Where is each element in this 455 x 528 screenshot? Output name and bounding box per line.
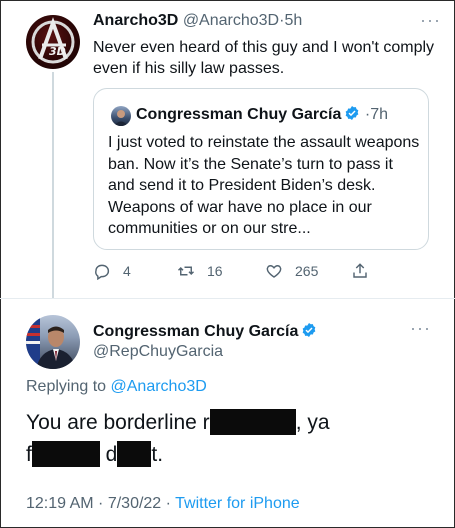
verified-badge-icon — [346, 106, 359, 120]
thread-connector-line — [52, 72, 54, 298]
replying-to-prefix: Replying to — [26, 378, 107, 395]
tweet-timestamp[interactable]: 12:19 AM · 7/30/22 · — [26, 495, 171, 512]
anarchy-logo-icon: 3D — [31, 17, 75, 64]
reply-icon — [95, 264, 110, 280]
original-author-name[interactable]: Anarcho3D — [93, 12, 178, 29]
reply-text-part: t. — [151, 443, 164, 466]
heart-icon — [266, 265, 282, 278]
reply-text-part: You are borderline r — [26, 411, 210, 434]
original-tweet-text: Never even heard of this guy and I won't… — [93, 39, 435, 77]
reply-text-part: , ya — [295, 411, 330, 434]
share-icon — [353, 263, 367, 278]
reply-author-name[interactable]: Congressman Chuy García — [93, 322, 317, 341]
tweet-timestamp-line: 12:19 AM · 7/30/22 · Twitter for iPhone — [26, 495, 300, 513]
reply-tweet-text: You are borderline r, ya f d t. — [26, 407, 436, 471]
reply-author-name-text: Congressman Chuy García — [93, 323, 299, 340]
tweet-source-link[interactable]: Twitter for iPhone — [175, 495, 300, 512]
tweet-divider — [0, 298, 455, 299]
svg-text:3D: 3D — [49, 45, 66, 58]
profile-photo-icon — [26, 315, 76, 369]
quoted-tweet-card[interactable]: Congressman Chuy García ·7h I just voted… — [93, 88, 429, 250]
original-tweet-time[interactable]: 5h — [284, 12, 302, 29]
replying-to-line: Replying to @Anarcho3D — [26, 378, 207, 396]
redaction-bar — [209, 409, 296, 435]
tweet-action-bar: 4 16 265 — [93, 262, 423, 282]
replying-to-link[interactable]: @Anarcho3D — [111, 378, 207, 395]
redaction-bar — [31, 441, 100, 467]
like-button[interactable]: 265 — [265, 262, 318, 280]
reply-button[interactable]: 4 — [93, 262, 131, 280]
more-options-icon[interactable]: ··· — [420, 10, 441, 31]
retweet-icon — [177, 266, 195, 276]
reply-text-part: d — [99, 443, 118, 466]
reply-count: 4 — [123, 263, 131, 279]
original-tweet[interactable]: 3D Anarcho3D @Anarcho3D·5h ··· Never eve… — [0, 0, 455, 298]
verified-badge-icon — [303, 323, 316, 337]
quoted-tweet-header: Congressman Chuy García ·7h — [136, 105, 388, 124]
repchuygarcia-avatar[interactable] — [26, 315, 80, 369]
anarcho3d-avatar[interactable]: 3D — [26, 15, 80, 69]
quoted-author-name: Congressman Chuy García — [136, 106, 342, 123]
redaction-bar — [117, 441, 152, 467]
share-button[interactable] — [351, 262, 369, 280]
like-count: 265 — [295, 263, 319, 279]
original-author-handle[interactable]: @Anarcho3D — [183, 12, 279, 29]
reply-author-handle[interactable]: @RepChuyGarcia — [93, 343, 223, 361]
quoted-tweet-time: 7h — [370, 106, 388, 123]
quoted-tweet-text: I just voted to reinstate the assault we… — [108, 134, 420, 237]
original-tweet-header: Anarcho3D @Anarcho3D·5h — [93, 12, 302, 30]
retweet-count: 16 — [207, 263, 223, 279]
retweet-button[interactable]: 16 — [177, 262, 223, 280]
quoted-author-avatar — [111, 106, 131, 126]
more-options-icon[interactable]: ··· — [410, 318, 431, 339]
